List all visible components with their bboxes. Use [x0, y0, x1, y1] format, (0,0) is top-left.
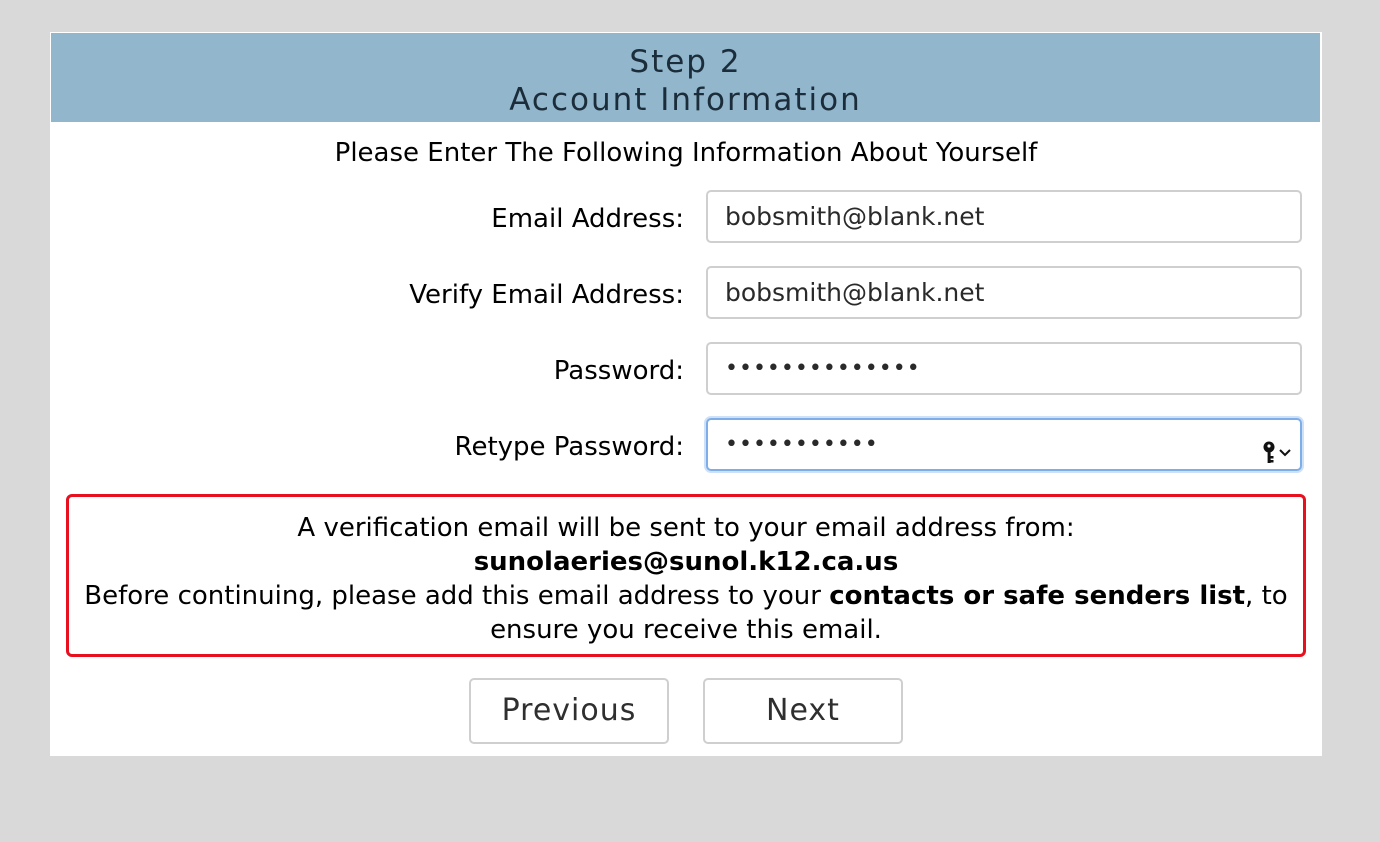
password-field[interactable]: ••••••••••••••: [706, 342, 1302, 395]
notice-safe-senders: contacts or safe senders list: [829, 581, 1246, 611]
retype-password-field[interactable]: •••••••••••: [706, 418, 1302, 471]
notice-line-3: Before continuing, please add this email…: [69, 579, 1303, 647]
step-number: Step 2: [629, 44, 742, 80]
next-button[interactable]: Next: [703, 678, 903, 744]
password-label: Password:: [553, 356, 684, 386]
key-dropdown-icon[interactable]: [1260, 433, 1294, 463]
notice-line-1: A verification email will be sent to you…: [297, 513, 1075, 543]
verify-email-field[interactable]: bobsmith@blank.net: [706, 266, 1302, 319]
notice-sender-email: sunolaeries@sunol.k12.ca.us: [473, 547, 899, 577]
email-label: Email Address:: [491, 204, 684, 234]
account-info-panel: Step 2 Account Information Please Enter …: [50, 32, 1322, 756]
key-icon-svg: [1263, 441, 1291, 463]
retype-password-label: Retype Password:: [454, 432, 684, 462]
verify-email-label: Verify Email Address:: [409, 280, 684, 310]
verification-notice: A verification email will be sent to you…: [66, 494, 1306, 657]
page-title: Account Information: [509, 82, 862, 118]
intro-text: Please Enter The Following Information A…: [334, 138, 1038, 168]
previous-button[interactable]: Previous: [469, 678, 669, 744]
email-field[interactable]: bobsmith@blank.net: [706, 190, 1302, 243]
notice-line-3-prefix: Before continuing, please add this email…: [84, 581, 830, 611]
step-header: Step 2 Account Information: [51, 33, 1320, 122]
retype-password-value: •••••••••••: [725, 432, 879, 457]
